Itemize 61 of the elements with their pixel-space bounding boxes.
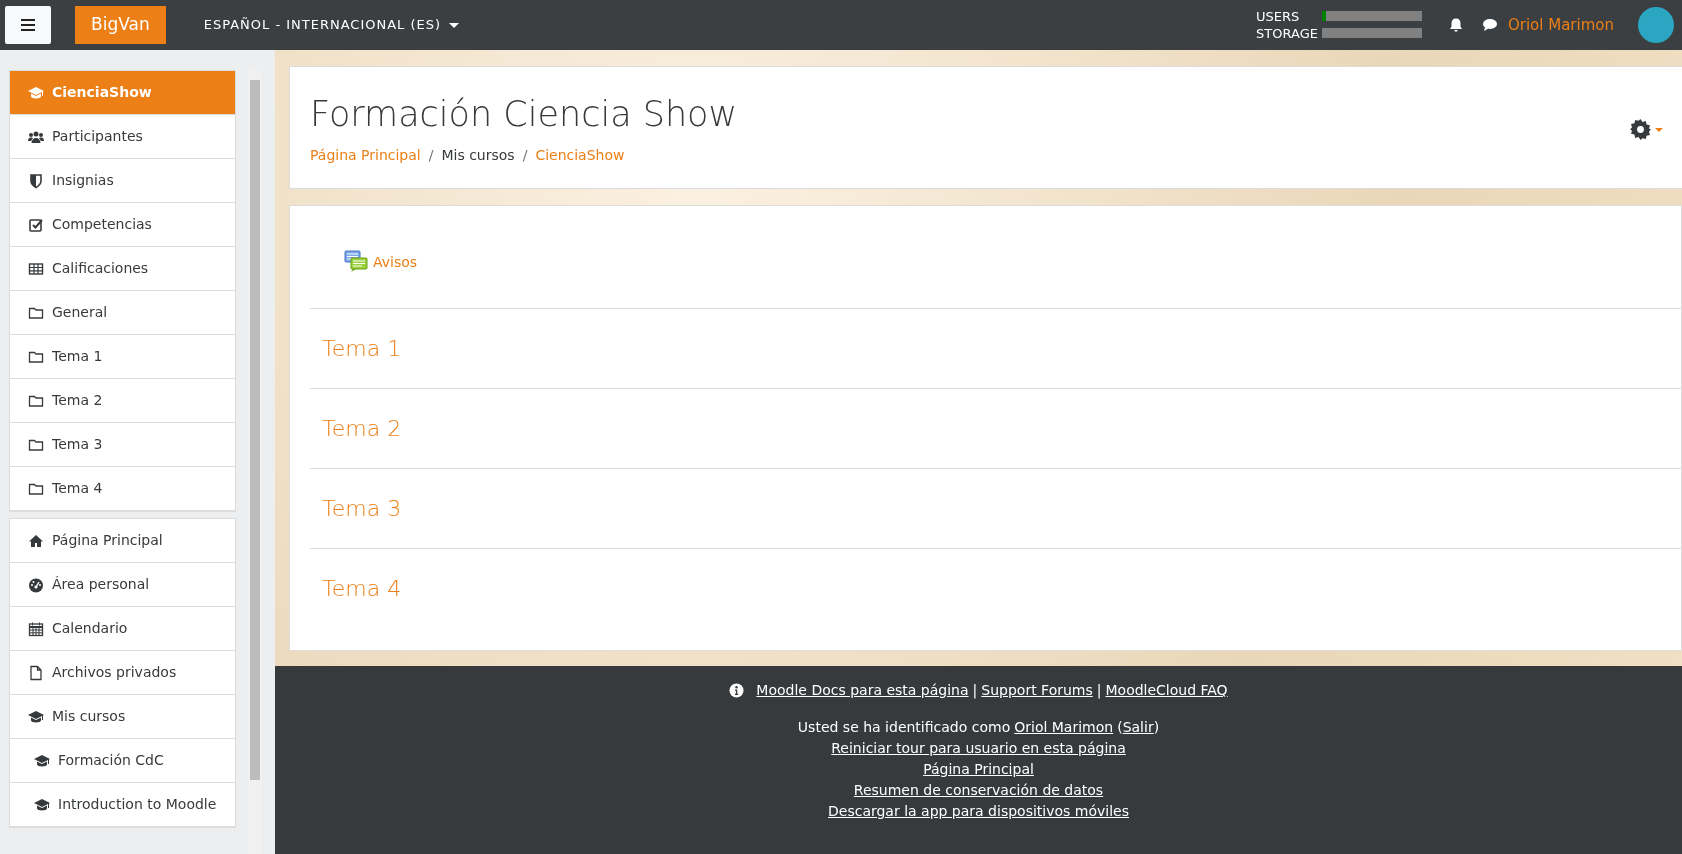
sidebar-item[interactable]: Tema 2 <box>10 379 235 423</box>
graduation-cap-icon <box>28 708 44 725</box>
sidebar-item[interactable]: Participantes <box>10 115 235 159</box>
sidebar-item[interactable]: Mis cursos <box>10 695 235 739</box>
checkbox-icon <box>28 216 44 233</box>
sidebar-item[interactable]: Página Principal <box>10 519 235 563</box>
gauge-icon <box>28 576 44 593</box>
sidebar-item[interactable]: Introduction to Moodle <box>10 783 235 827</box>
parenthesis-text: ( <box>1117 718 1123 737</box>
avatar-circle[interactable] <box>1638 7 1674 43</box>
info-icon <box>729 683 745 698</box>
settings-icon <box>1630 119 1651 140</box>
breadcrumb-item: Mis cursos <box>441 146 515 165</box>
sidebar-item[interactable]: Competencias <box>10 203 235 247</box>
forum-icon <box>344 250 369 274</box>
sidebar-item[interactable]: Formación CdC <box>10 739 235 783</box>
graduation-cap-icon <box>28 84 44 101</box>
menu-button[interactable] <box>5 6 51 44</box>
calendar-icon <box>28 620 44 637</box>
menu-icon <box>20 17 36 33</box>
chat-bubble-icon[interactable] <box>1481 17 1498 33</box>
user-name-link[interactable]: Oriol Marimon <box>1507 13 1614 37</box>
sidebar-item[interactable]: General <box>10 291 235 335</box>
sidebar-item[interactable]: Insignias <box>10 159 235 203</box>
sidebar-item[interactable]: Tema 3 <box>10 423 235 467</box>
sidebar-item[interactable]: Calendario <box>10 607 235 651</box>
footer-link[interactable]: Descargar la app para dispositivos móviles <box>828 803 1129 819</box>
user-link[interactable]: Oriol Marimon <box>1014 717 1114 738</box>
caret-icon <box>1655 127 1663 132</box>
sidebar-item[interactable]: Archivos privados <box>10 651 235 695</box>
language-menu[interactable]: ESPAÑOL - INTERNACIONAL (ES) <box>197 14 466 36</box>
parenthesis-text: ) <box>1153 718 1160 737</box>
footer-link[interactable]: Support Forums <box>981 680 1093 701</box>
graduation-cap-icon <box>34 752 50 769</box>
caret-icon <box>449 22 460 28</box>
graduation-cap-icon <box>34 796 50 813</box>
footer-link[interactable]: MoodleCloud FAQ <box>1105 680 1228 701</box>
footer-link[interactable]: Reiniciar tour para usuario en esta página <box>831 740 1126 756</box>
quota-label: STORAGE <box>1256 25 1318 42</box>
separator-text: | <box>972 681 978 701</box>
footer-link[interactable]: Moodle Docs para esta página <box>756 680 969 701</box>
logout-link[interactable]: Salir <box>1122 717 1154 738</box>
quota-label: USERS <box>1256 8 1301 25</box>
sidebar-item[interactable]: Tema 1 <box>10 335 235 379</box>
sidebar-item[interactable]: Tema 4 <box>10 467 235 511</box>
sidebar-item[interactable]: Calificaciones <box>10 247 235 291</box>
page-title: Formación Ciencia Show <box>310 93 739 135</box>
bell-icon[interactable] <box>1447 17 1464 33</box>
home-icon <box>28 532 44 549</box>
breadcrumb-separator: / <box>428 146 434 165</box>
scrollbar[interactable] <box>248 70 262 854</box>
document-icon <box>28 664 44 681</box>
table-icon <box>28 260 44 277</box>
separator-text: | <box>1096 681 1102 701</box>
shield-icon <box>28 172 44 189</box>
login-text: Usted se ha identificado como <box>797 718 1011 737</box>
footer-link[interactable]: Resumen de conservación de datos <box>853 782 1104 798</box>
settings-menu-button[interactable] <box>1630 119 1663 140</box>
breadcrumb-separator: / <box>522 146 528 165</box>
sidebar-item[interactable]: Área personal <box>10 563 235 607</box>
footer-link[interactable]: Página Principal <box>923 761 1034 777</box>
